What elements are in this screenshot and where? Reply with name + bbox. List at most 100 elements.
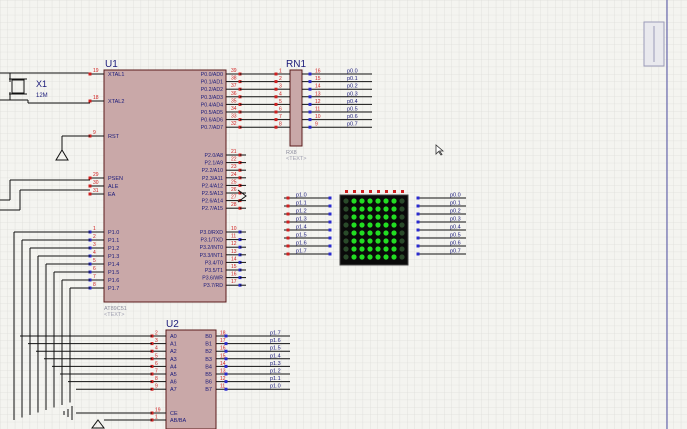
- u1-pin-number: 27: [231, 195, 237, 201]
- u2-pin-name: A3: [170, 357, 177, 363]
- matrix-pin-marker[interactable]: [328, 252, 332, 256]
- matrix-pin-marker: [361, 190, 364, 193]
- led-dot: [391, 254, 397, 260]
- matrix-net-marker[interactable]: [286, 204, 290, 208]
- matrix-pin-marker[interactable]: [416, 204, 420, 208]
- u1-pin-marker[interactable]: [88, 99, 92, 103]
- matrix-net-marker[interactable]: [286, 236, 290, 240]
- led-dot: [343, 230, 349, 236]
- matrix-pin-marker[interactable]: [416, 196, 420, 200]
- matrix-pin-marker[interactable]: [416, 252, 420, 256]
- led-dot: [351, 198, 357, 204]
- u1-pin-number: 6: [93, 266, 96, 272]
- led-dot: [343, 222, 349, 228]
- led-dot: [367, 230, 373, 236]
- led-dot: [399, 214, 405, 220]
- matrix-right-net: p0.6: [450, 241, 461, 247]
- rn1-pin-number: 13: [315, 91, 321, 97]
- matrix-pin-marker[interactable]: [328, 228, 332, 232]
- rn1-pin-number: 8: [279, 122, 282, 128]
- led-dot: [343, 198, 349, 204]
- rn1-pin-number: 3: [279, 84, 282, 90]
- rn1-net-label: p0.1: [347, 76, 358, 82]
- u1-pin-number: 7: [93, 274, 96, 280]
- led-dot: [383, 198, 389, 204]
- rn1-pin-marker[interactable]: [308, 125, 312, 129]
- rn1-pin-marker[interactable]: [274, 80, 278, 84]
- rn1-pin-number: 16: [315, 69, 321, 75]
- matrix-net-marker[interactable]: [286, 196, 290, 200]
- rn1-net-label: p0.5: [347, 107, 358, 113]
- rn1-pin-marker[interactable]: [274, 102, 278, 106]
- rn1-pin-marker[interactable]: [308, 110, 312, 114]
- u1-pin-number: 8: [93, 282, 96, 288]
- rn1-pin-marker[interactable]: [274, 110, 278, 114]
- schematic-canvas[interactable]: X112MU1AT89C51<TEXT>19XTAL118XTAL29RST29…: [0, 0, 687, 429]
- u1-pin-name: P0.2/AD2: [201, 87, 223, 93]
- rn1-pin-marker[interactable]: [308, 118, 312, 122]
- matrix-net-marker[interactable]: [286, 220, 290, 224]
- u1-pin-name: P2.6/A14: [202, 199, 223, 205]
- rn1-pin-marker[interactable]: [308, 95, 312, 99]
- u1-pin-marker[interactable]: [88, 192, 92, 196]
- led-dot: [383, 254, 389, 260]
- rn1-pin-number: 11: [315, 107, 320, 113]
- matrix-net-marker[interactable]: [286, 228, 290, 232]
- u2-net-label: p1.6: [270, 338, 281, 344]
- rn1-pin-marker[interactable]: [308, 80, 312, 84]
- u2-pin-marker[interactable]: [224, 349, 228, 353]
- rn1-pin-number: 1: [279, 69, 282, 75]
- led-dot: [343, 246, 349, 252]
- rn1-pin-marker[interactable]: [274, 72, 278, 76]
- u2-net-label: p1.0: [270, 384, 281, 390]
- rn1-pin-marker[interactable]: [308, 87, 312, 91]
- matrix-right-net: p0.0: [450, 193, 461, 199]
- u2-pin-marker[interactable]: [224, 364, 228, 368]
- rn1-pin-marker[interactable]: [274, 95, 278, 99]
- rn1-pin-marker[interactable]: [308, 72, 312, 76]
- matrix-pin-marker: [353, 190, 356, 193]
- rn1-pin-marker[interactable]: [308, 102, 312, 106]
- matrix-pin-marker[interactable]: [416, 228, 420, 232]
- matrix-right-net: p0.7: [450, 249, 461, 255]
- u2-pin-number: 2: [155, 331, 158, 337]
- u2-pin-marker[interactable]: [224, 372, 228, 376]
- rn1-body[interactable]: [289, 69, 303, 147]
- matrix-pin-marker[interactable]: [328, 212, 332, 216]
- u2-pin-marker[interactable]: [224, 334, 228, 338]
- led-dot: [359, 198, 365, 204]
- matrix-net-marker[interactable]: [286, 244, 290, 248]
- matrix-pin-marker[interactable]: [328, 204, 332, 208]
- matrix-net-marker[interactable]: [286, 252, 290, 256]
- rn1-pin-marker[interactable]: [274, 125, 278, 129]
- matrix-pin-marker[interactable]: [416, 236, 420, 240]
- matrix-pin-marker[interactable]: [416, 244, 420, 248]
- u1-pin-marker[interactable]: [88, 72, 92, 76]
- u1-pin-name: P1.3: [108, 254, 119, 260]
- u1-pin-number: 34: [231, 106, 237, 112]
- matrix-pin-marker[interactable]: [328, 244, 332, 248]
- rn1-pin-marker[interactable]: [274, 87, 278, 91]
- led-dot: [391, 246, 397, 252]
- matrix-pin-marker[interactable]: [416, 212, 420, 216]
- matrix-pin-marker[interactable]: [328, 220, 332, 224]
- u2-pin-marker[interactable]: [224, 342, 228, 346]
- matrix-pin-marker[interactable]: [328, 236, 332, 240]
- matrix-pin-marker[interactable]: [416, 220, 420, 224]
- matrix-net-marker[interactable]: [286, 212, 290, 216]
- u2-pin-name: B1: [205, 342, 212, 348]
- led-dot: [383, 206, 389, 212]
- u1-pin-number: 3: [93, 242, 96, 248]
- u1-pin-marker[interactable]: [88, 184, 92, 188]
- u1-pin-name: P0.7/AD7: [201, 125, 223, 131]
- matrix-pin-marker[interactable]: [328, 196, 332, 200]
- rn1-pin-marker[interactable]: [274, 118, 278, 122]
- led-matrix[interactable]: [339, 194, 409, 266]
- rn1-pin-number: 14: [315, 84, 321, 90]
- u2-pin-name: B5: [205, 372, 212, 378]
- u2-pin-marker[interactable]: [224, 387, 228, 391]
- u2-pin-marker[interactable]: [224, 357, 228, 361]
- matrix-pin-marker: [385, 190, 388, 193]
- u1-pin-marker[interactable]: [88, 176, 92, 180]
- u2-pin-marker[interactable]: [224, 380, 228, 384]
